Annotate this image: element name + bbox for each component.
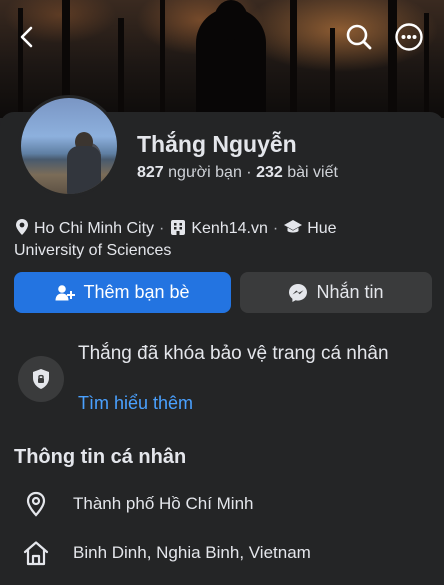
search-icon xyxy=(346,24,372,50)
message-button[interactable]: Nhắn tin xyxy=(240,272,432,313)
cover-tree xyxy=(330,28,335,118)
personal-info-item-hometown[interactable]: Binh Dinh, Nghia Binh, Vietnam xyxy=(22,537,432,569)
avatar[interactable] xyxy=(18,95,120,197)
cover-tree xyxy=(160,0,165,118)
avatar-person-body xyxy=(67,146,101,194)
posts-count: 232 xyxy=(256,164,283,181)
detail-separator: · xyxy=(159,220,165,237)
location-pin-icon xyxy=(16,219,28,235)
profile-name: Thắng Nguyễn xyxy=(137,131,297,157)
personal-info-text: Thành phố Hồ Chí Minh xyxy=(73,494,254,513)
shield-lock-icon xyxy=(33,369,49,389)
learn-more-link[interactable]: Tìm hiểu thêm xyxy=(78,393,193,414)
cover-tree xyxy=(424,13,429,118)
add-friend-label: Thêm bạn bè xyxy=(83,282,190,302)
profile-page: Thắng Nguyễn 827 người bạn · 232 bài viế… xyxy=(0,0,444,585)
back-button[interactable] xyxy=(12,22,42,52)
profile-stats: 827 người bạn · 232 bài viết xyxy=(137,164,338,182)
home-icon xyxy=(23,541,49,566)
detail-location: Ho Chi Minh City xyxy=(34,220,155,237)
messenger-icon xyxy=(289,283,308,302)
more-options-icon xyxy=(395,23,423,51)
friends-label: người bạn · xyxy=(163,164,257,181)
add-friend-button[interactable]: Thêm bạn bè xyxy=(14,272,231,313)
detail-separator: · xyxy=(272,220,279,237)
profile-details: Ho Chi Minh City · Kenh14.vn · Hue Universi… xyxy=(14,218,434,262)
detail-workplace: Kenh14.vn xyxy=(191,220,268,237)
posts-label: bài viết xyxy=(282,164,338,181)
personal-info-text: Binh Dinh, Nghia Binh, Vietnam xyxy=(73,543,311,562)
friends-count[interactable]: 827 xyxy=(137,164,164,181)
location-pin-icon xyxy=(26,491,46,517)
cover-tree xyxy=(388,0,397,118)
profile-lock-message: Thắng đã khóa bảo vệ trang cá nhân xyxy=(78,343,389,364)
cover-tree xyxy=(118,18,124,118)
cover-person-head xyxy=(214,0,248,40)
personal-info-item-location[interactable]: Thành phố Hồ Chí Minh xyxy=(22,488,432,520)
graduation-cap-icon xyxy=(284,220,303,233)
search-button[interactable] xyxy=(344,22,374,52)
detail-education-part2: University of Sciences xyxy=(14,242,172,259)
add-friend-icon xyxy=(55,284,76,300)
cover-tree xyxy=(290,0,297,118)
workplace-building-icon xyxy=(171,220,186,235)
back-arrow-icon xyxy=(20,26,33,48)
personal-info-title: Thông tin cá nhân xyxy=(14,446,187,468)
more-options-button[interactable] xyxy=(394,22,424,52)
message-label: Nhắn tin xyxy=(316,282,384,302)
detail-education-part1: Hue xyxy=(307,220,337,237)
profile-lock-badge xyxy=(18,356,64,402)
